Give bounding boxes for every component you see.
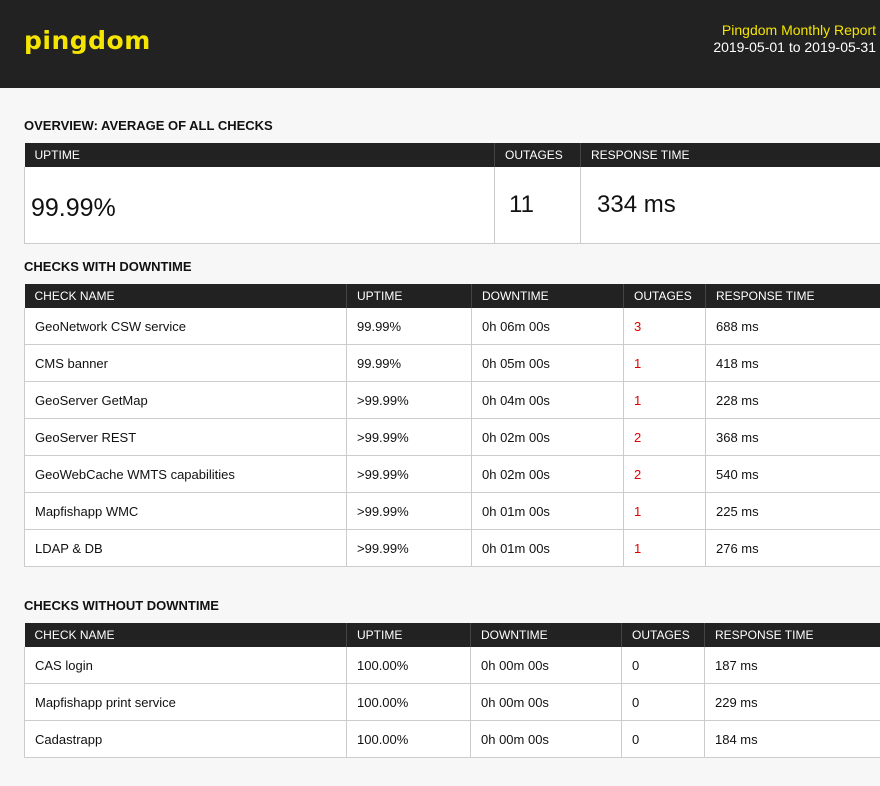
downtime-cell: 0h 00m 00s [470,683,622,721]
outages-cell: 2 [623,455,706,493]
uptime-cell: >99.99% [346,455,472,493]
overview-col-response: RESPONSE TIME [580,143,880,167]
table-row: Mapfishapp print service 100.00% 0h 00m 00… [24,683,880,721]
uptime-cell: >99.99% [346,492,472,530]
check-name-cell: Cadastrapp [24,720,347,758]
check-name-cell: LDAP & DB [24,529,347,567]
report-title: Pingdom Monthly Report [721,22,876,38]
col-outages: OUTAGES [623,284,706,308]
downtime-cell: 0h 00m 00s [470,647,622,684]
outages-cell: 1 [623,381,706,419]
response-time-cell: 187 ms [704,647,880,684]
overview-title: OVERVIEW: AVERAGE OF ALL CHECKS [24,118,273,133]
col-downtime: DOWNTIME [471,284,624,308]
downtime-cell: 0h 01m 00s [471,492,624,530]
downtime-cell: 0h 01m 00s [471,529,624,567]
with-downtime-title: CHECKS WITH DOWNTIME [24,259,192,274]
table-row: Cadastrapp 100.00% 0h 00m 00s 0 184 ms [24,720,880,758]
report-date-range: 2019-05-01 to 2019-05-31 [713,39,876,55]
check-name-cell: GeoServer GetMap [24,381,347,419]
report-meta: Pingdom Monthly Report 2019-05-01 to 201… [686,22,876,56]
downtime-cell: 0h 02m 00s [471,418,624,456]
response-time-cell: 418 ms [705,344,880,382]
table-row: Mapfishapp WMC >99.99% 0h 01m 00s 1 225 ms [24,492,880,530]
response-time-cell: 540 ms [705,455,880,493]
report-header: pingdom Pingdom Monthly Report 2019-05-0… [0,0,880,88]
pingdom-logo: pingdom [24,26,151,55]
uptime-cell: >99.99% [346,418,472,456]
col-uptime: UPTIME [346,284,472,308]
table-row: CAS login 100.00% 0h 00m 00s 0 187 ms [24,647,880,684]
response-time-cell: 276 ms [705,529,880,567]
downtime-cell: 0h 06m 00s [471,308,624,345]
without-downtime-table: CHECK NAME UPTIME DOWNTIME OUTAGES RESPO… [24,623,880,758]
outages-cell: 1 [623,492,706,530]
outages-cell: 3 [623,308,706,345]
check-name-cell: GeoServer REST [24,418,347,456]
col-check-name: CHECK NAME [24,284,347,308]
overview-response-time: 334 ms [580,167,880,244]
response-time-cell: 229 ms [704,683,880,721]
downtime-cell: 0h 02m 00s [471,455,624,493]
table-row: CMS banner 99.99% 0h 05m 00s 1 418 ms [24,344,880,382]
downtime-cell: 0h 04m 00s [471,381,624,419]
check-name-cell: GeoNetwork CSW service [24,308,347,345]
check-name-cell: Mapfishapp print service [24,683,347,721]
overview-table: UPTIME OUTAGES RESPONSE TIME 99.99% 11 3… [24,143,880,244]
outages-cell: 1 [623,344,706,382]
overview-col-outages: OUTAGES [494,143,581,167]
check-name-cell: Mapfishapp WMC [24,492,347,530]
table-row: GeoNetwork CSW service 99.99% 0h 06m 00s 3 6… [24,308,880,345]
response-time-cell: 228 ms [705,381,880,419]
outages-cell: 0 [621,683,705,721]
col-response-time: RESPONSE TIME [705,284,880,308]
overview-col-uptime: UPTIME [24,143,495,167]
col-outages: OUTAGES [621,623,705,647]
without-downtime-title: CHECKS WITHOUT DOWNTIME [24,598,219,613]
uptime-cell: 100.00% [346,720,471,758]
response-time-cell: 184 ms [704,720,880,758]
uptime-cell: 99.99% [346,344,472,382]
table-row: GeoWebCache WMTS capabilities >99.99% 0h 0… [24,455,880,493]
outages-cell: 1 [623,529,706,567]
with-downtime-table: CHECK NAME UPTIME DOWNTIME OUTAGES RESPO… [24,284,880,567]
col-uptime: UPTIME [346,623,471,647]
response-time-cell: 688 ms [705,308,880,345]
uptime-cell: 100.00% [346,647,471,684]
table-row: GeoServer GetMap >99.99% 0h 04m 00s 1 228 ms [24,381,880,419]
response-time-cell: 225 ms [705,492,880,530]
overview-uptime: 99.99% [24,167,495,244]
outages-cell: 2 [623,418,706,456]
table-row: LDAP & DB >99.99% 0h 01m 00s 1 276 ms [24,529,880,567]
check-name-cell: CAS login [24,647,347,684]
outages-cell: 0 [621,647,705,684]
outages-cell: 0 [621,720,705,758]
uptime-cell: 100.00% [346,683,471,721]
response-time-cell: 368 ms [705,418,880,456]
check-name-cell: GeoWebCache WMTS capabilities [24,455,347,493]
table-row: GeoServer REST >99.99% 0h 02m 00s 2 368 ms [24,418,880,456]
overview-outages: 11 [494,167,581,244]
col-check-name: CHECK NAME [24,623,347,647]
col-response-time: RESPONSE TIME [704,623,880,647]
uptime-cell: >99.99% [346,529,472,567]
uptime-cell: >99.99% [346,381,472,419]
col-downtime: DOWNTIME [470,623,622,647]
downtime-cell: 0h 05m 00s [471,344,624,382]
uptime-cell: 99.99% [346,308,472,345]
check-name-cell: CMS banner [24,344,347,382]
downtime-cell: 0h 00m 00s [470,720,622,758]
